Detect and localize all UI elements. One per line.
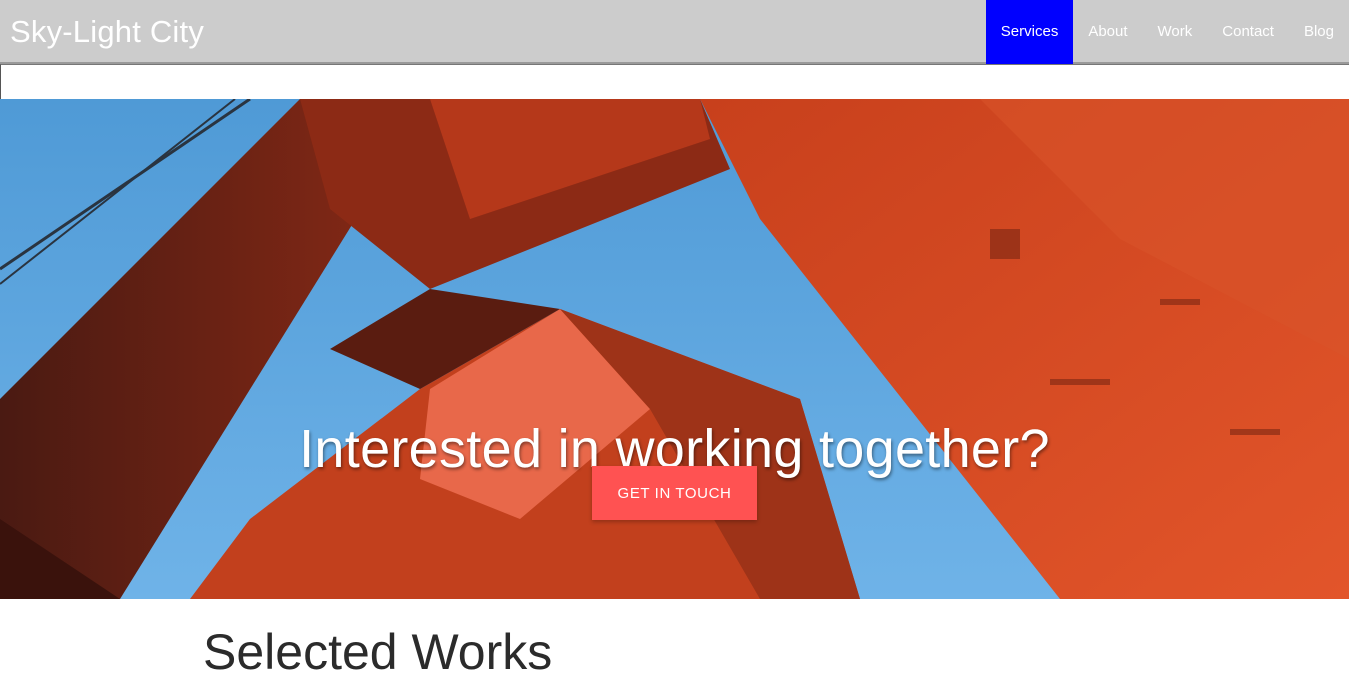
nav-link-contact[interactable]: Contact bbox=[1207, 0, 1289, 64]
get-in-touch-button[interactable]: GET IN TOUCH bbox=[592, 466, 757, 520]
bridge-tower-image bbox=[0, 99, 1349, 599]
nav-link-services[interactable]: Services bbox=[985, 0, 1074, 64]
nav-links: Services About Work Contact Blog bbox=[985, 0, 1349, 64]
nav-link-about[interactable]: About bbox=[1073, 0, 1142, 64]
hero-section: Interested in working together? GET IN T… bbox=[0, 99, 1349, 599]
selected-works-title: Selected Works bbox=[203, 624, 553, 680]
brand-logo[interactable]: Sky-Light City bbox=[10, 14, 204, 50]
nav-link-blog[interactable]: Blog bbox=[1289, 0, 1349, 64]
nav-link-work[interactable]: Work bbox=[1143, 0, 1208, 64]
blank-strip bbox=[0, 64, 1349, 99]
navbar: Sky-Light City Services About Work Conta… bbox=[0, 0, 1349, 64]
